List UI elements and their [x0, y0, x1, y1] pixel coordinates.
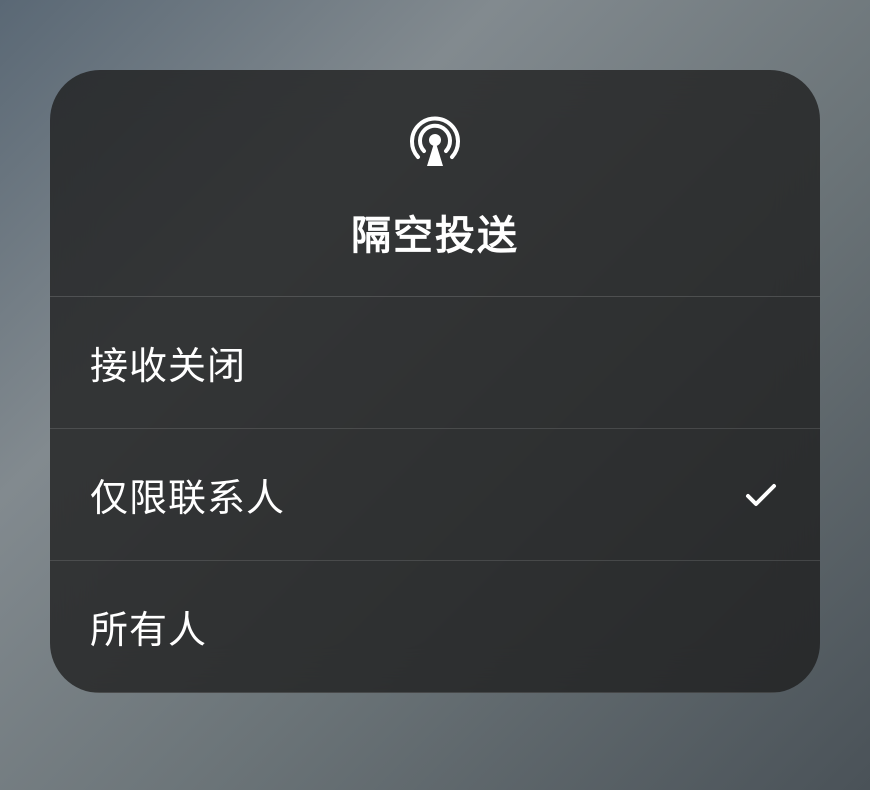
airdrop-icon: [405, 110, 465, 175]
option-label: 所有人: [90, 599, 207, 654]
option-contacts-only[interactable]: 仅限联系人: [50, 429, 820, 561]
airdrop-panel: 隔空投送 接收关闭 仅限联系人 所有人: [50, 70, 820, 693]
option-everyone[interactable]: 所有人: [50, 561, 820, 693]
option-label: 仅限联系人: [90, 467, 285, 522]
checkmark-icon: [742, 476, 780, 514]
option-list: 接收关闭 仅限联系人 所有人: [50, 297, 820, 693]
panel-header: 隔空投送: [50, 70, 820, 297]
option-receiving-off[interactable]: 接收关闭: [50, 297, 820, 429]
panel-title: 隔空投送: [351, 203, 519, 261]
option-label: 接收关闭: [90, 335, 246, 390]
